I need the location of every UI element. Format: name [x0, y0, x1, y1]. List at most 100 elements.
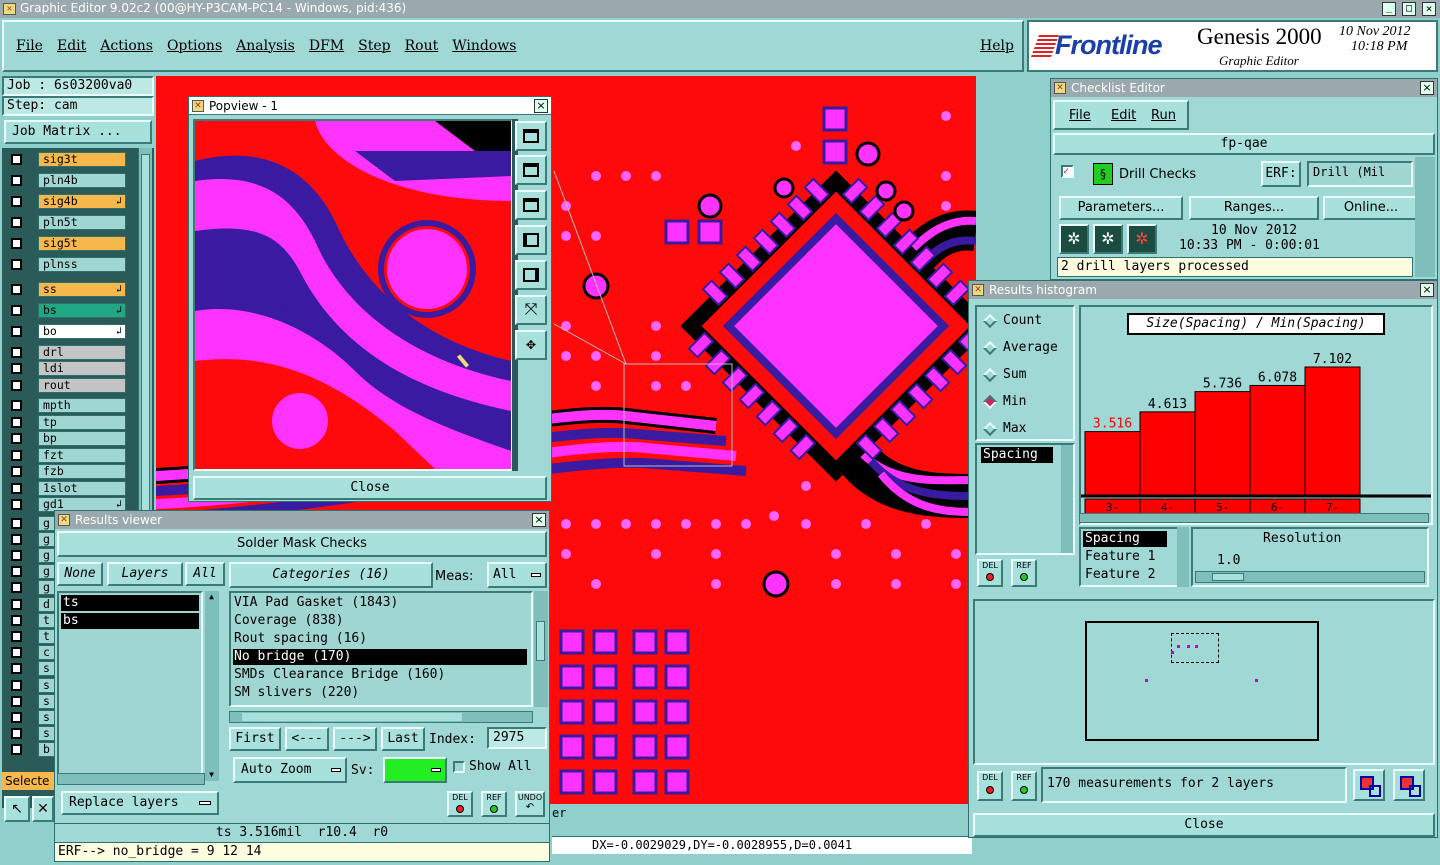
sv-color-select[interactable] — [383, 757, 447, 783]
auto-zoom-menu[interactable]: Auto Zoom — [233, 757, 347, 783]
popview-artwork[interactable] — [195, 121, 511, 469]
layer-checkbox[interactable] — [11, 326, 22, 337]
maximize-button[interactable]: □ — [1402, 2, 1416, 16]
layer-checkbox[interactable] — [11, 614, 22, 626]
layer-checkbox[interactable] — [11, 482, 22, 494]
layers-button[interactable]: Layers — [107, 562, 183, 586]
undo-button[interactable]: UNDO ↶ — [515, 791, 545, 817]
layer-row[interactable]: g — [8, 531, 58, 547]
layer-row[interactable]: c — [8, 645, 58, 661]
popview-zoom-fit-icon[interactable]: ⤧ — [515, 295, 547, 325]
histogram-del-button[interactable]: DEL — [977, 559, 1003, 587]
layer-checkbox[interactable] — [11, 566, 22, 578]
histogram-bar[interactable] — [1194, 391, 1251, 496]
attrs-scrollbar[interactable] — [1177, 527, 1189, 587]
layer-checkbox[interactable] — [11, 517, 22, 529]
layer-checkbox[interactable] — [11, 549, 22, 561]
checklist-menu-run[interactable]: Run — [1151, 108, 1176, 123]
categories-scrollbar[interactable] — [534, 591, 548, 707]
layer-checkbox[interactable] — [11, 711, 22, 723]
histogram-bar[interactable] — [1249, 384, 1306, 496]
layer-row[interactable]: d — [8, 596, 58, 612]
layer-list-hscroll[interactable] — [57, 773, 205, 785]
mode-radio-min[interactable]: Min — [982, 394, 1073, 412]
layer-row[interactable]: plnss — [8, 257, 126, 272]
parameters-button[interactable]: Parameters... — [1059, 196, 1183, 220]
layer-checkbox[interactable] — [11, 744, 22, 756]
index-input[interactable]: 2975 — [487, 727, 547, 749]
layer-row[interactable]: g — [8, 564, 58, 580]
layer-row[interactable]: pln4b — [8, 173, 126, 188]
layer-name[interactable]: pln4b — [38, 173, 126, 188]
layer-row[interactable]: fzb — [8, 464, 126, 479]
preview-del-button[interactable]: DEL — [977, 771, 1003, 801]
layer-name[interactable]: bp — [38, 431, 126, 446]
layer-row[interactable]: s — [8, 693, 58, 709]
checklist-vscroll[interactable] — [1415, 157, 1435, 277]
layer-name[interactable]: bs ↲ — [38, 303, 126, 318]
erf-button[interactable]: ERF: — [1261, 161, 1301, 187]
layer-checkbox[interactable] — [11, 533, 22, 545]
layer-row[interactable]: g — [8, 547, 58, 563]
popview-close-button[interactable]: Close — [193, 476, 547, 500]
layer-row[interactable]: s — [8, 726, 58, 742]
mode-radio-max[interactable]: Max — [982, 421, 1073, 439]
checklist-menu-file[interactable]: File — [1069, 108, 1091, 123]
layer-row[interactable]: 1slot — [8, 480, 126, 496]
layer-row[interactable]: mpth — [8, 398, 126, 413]
layer-checkbox[interactable] — [11, 582, 22, 594]
category-item[interactable]: SMDs Clearance Bridge (160) — [233, 667, 527, 683]
attrs-item[interactable]: Feature 1 — [1083, 549, 1183, 565]
attribute-item[interactable]: Spacing — [981, 447, 1053, 463]
layer-row[interactable]: bp — [8, 431, 126, 446]
menu-step[interactable]: Step — [358, 38, 390, 54]
layer-name[interactable]: pln5t — [38, 215, 126, 230]
layer-name[interactable]: ss ↲ — [38, 282, 126, 297]
layer-name[interactable]: tp — [38, 414, 126, 430]
layer-checkbox[interactable] — [11, 466, 22, 477]
menu-dfm[interactable]: DFM — [309, 38, 344, 54]
del-button[interactable]: DEL — [447, 791, 473, 817]
layer-row[interactable]: b — [8, 742, 58, 758]
layer-row[interactable]: bs ↲ — [8, 303, 126, 318]
app-close-button[interactable]: × — [1422, 2, 1436, 16]
attribute-scrollbar[interactable] — [1061, 445, 1073, 553]
popview-tool-5-icon[interactable] — [515, 260, 547, 290]
layer-name[interactable]: mpth — [38, 398, 126, 413]
scroll-thumb[interactable] — [242, 713, 462, 721]
results-layer-item[interactable]: bs — [61, 613, 199, 629]
layer-checkbox[interactable] — [11, 259, 22, 270]
show-all-checkbox[interactable] — [453, 761, 465, 773]
layer-row[interactable]: t — [8, 628, 58, 644]
layer-checkbox[interactable] — [11, 175, 22, 186]
layer-checkbox[interactable] — [11, 647, 22, 659]
check-enabled-checkbox[interactable]: ✓ — [1061, 165, 1074, 178]
layer-checkbox[interactable] — [11, 154, 22, 165]
attrs-item-selected[interactable]: Spacing — [1083, 531, 1167, 547]
erf-field[interactable]: Drill (Mil — [1307, 161, 1413, 187]
menu-analysis[interactable]: Analysis — [236, 38, 295, 54]
layer-name[interactable]: fzb — [38, 464, 126, 479]
next-button[interactable]: ---> — [333, 727, 377, 751]
popview-pan-icon[interactable]: ✥ — [515, 330, 547, 360]
layer-list-scrollbar[interactable]: ▲ ▼ — [205, 591, 219, 781]
layer-checkbox[interactable] — [11, 346, 22, 358]
layer-checkbox[interactable] — [11, 238, 22, 249]
layer-row[interactable]: s — [8, 677, 58, 693]
menu-windows[interactable]: Windows — [452, 38, 516, 54]
scroll-thumb[interactable] — [536, 621, 545, 661]
replace-layers-menu[interactable]: Replace layers — [61, 791, 219, 815]
layer-checkbox[interactable] — [11, 363, 22, 374]
layer-checkbox[interactable] — [11, 196, 22, 207]
layer-row[interactable]: s — [8, 661, 58, 677]
last-button[interactable]: Last — [381, 727, 425, 751]
layer-row[interactable]: sig3t — [8, 152, 126, 167]
category-item[interactable]: Rout spacing (16) — [233, 631, 527, 647]
ranges-button[interactable]: Ranges... — [1189, 196, 1319, 220]
layer-name[interactable]: fzt — [38, 447, 126, 463]
menu-rout[interactable]: Rout — [405, 38, 439, 54]
layer-name[interactable]: plnss — [38, 257, 126, 272]
histogram-ref-button[interactable]: REF — [1011, 559, 1037, 587]
layer-row[interactable]: ldi — [8, 361, 126, 376]
mode-radio-average[interactable]: Average — [982, 340, 1073, 358]
